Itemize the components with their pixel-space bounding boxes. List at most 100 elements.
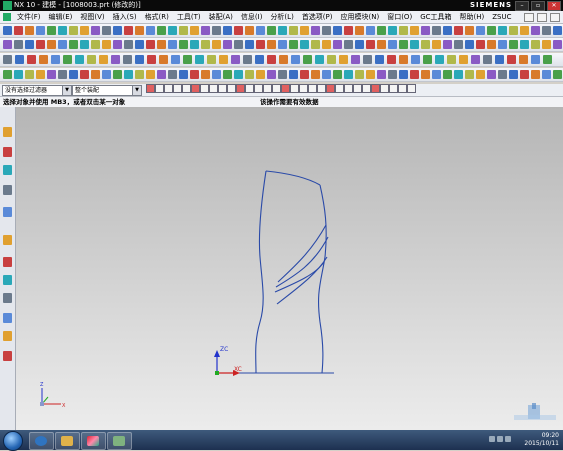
toolbar-tool-icon[interactable] bbox=[410, 40, 419, 49]
snap-point-icon[interactable] bbox=[272, 84, 281, 93]
toolbar-tool-icon[interactable] bbox=[388, 40, 397, 49]
toolbar-tool-icon[interactable] bbox=[135, 55, 144, 64]
toolbar-tool-icon[interactable] bbox=[75, 55, 84, 64]
toolbar-tool-icon[interactable] bbox=[289, 40, 298, 49]
toolbar-tool-icon[interactable] bbox=[432, 26, 441, 35]
menu-gc-toolbox[interactable]: GC工具箱 bbox=[416, 11, 455, 23]
toolbar-tool-icon[interactable] bbox=[113, 26, 122, 35]
toolbar-tool-icon[interactable] bbox=[363, 55, 372, 64]
toolbar-tool-icon[interactable] bbox=[531, 55, 540, 64]
toolbar-tool-icon[interactable] bbox=[509, 40, 518, 49]
toolbar-tool-icon[interactable] bbox=[80, 40, 89, 49]
toolbar-tool-icon[interactable] bbox=[520, 70, 529, 79]
snap-point-icon[interactable] bbox=[353, 84, 362, 93]
toolbar-tool-icon[interactable] bbox=[113, 70, 122, 79]
resource-navigator-icon[interactable] bbox=[3, 235, 12, 245]
toolbar-tool-icon[interactable] bbox=[423, 55, 432, 64]
toolbar-tool-icon[interactable] bbox=[256, 70, 265, 79]
snap-point-icon[interactable] bbox=[290, 84, 299, 93]
toolbar-tool-icon[interactable] bbox=[519, 55, 528, 64]
toolbar-tool-icon[interactable] bbox=[3, 40, 12, 49]
snap-point-icon[interactable] bbox=[200, 84, 209, 93]
toolbar-tool-icon[interactable] bbox=[322, 40, 331, 49]
toolbar-tool-icon[interactable] bbox=[15, 55, 24, 64]
toolbar-tool-icon[interactable] bbox=[520, 26, 529, 35]
toolbar-tool-icon[interactable] bbox=[255, 55, 264, 64]
snap-point-icon[interactable] bbox=[344, 84, 353, 93]
snap-point-icon[interactable] bbox=[371, 84, 380, 93]
toolbar-tool-icon[interactable] bbox=[300, 40, 309, 49]
toolbar-tool-icon[interactable] bbox=[459, 55, 468, 64]
toolbar-tool-icon[interactable] bbox=[366, 26, 375, 35]
toolbar-tool-icon[interactable] bbox=[542, 70, 551, 79]
toolbar-tool-icon[interactable] bbox=[124, 40, 133, 49]
toolbar-tool-icon[interactable] bbox=[212, 40, 221, 49]
toolbar-tool-icon[interactable] bbox=[190, 40, 199, 49]
snap-point-icon[interactable] bbox=[317, 84, 326, 93]
toolbar-tool-icon[interactable] bbox=[465, 70, 474, 79]
toolbar-tool-icon[interactable] bbox=[278, 70, 287, 79]
menu-preferences[interactable]: 首选项(P) bbox=[298, 11, 337, 23]
snap-point-icon[interactable] bbox=[155, 84, 164, 93]
toolbar-tool-icon[interactable] bbox=[179, 26, 188, 35]
resource-navigator-icon[interactable] bbox=[3, 147, 12, 157]
toolbar-tool-icon[interactable] bbox=[201, 70, 210, 79]
doc-minimize-button[interactable] bbox=[524, 13, 534, 22]
toolbar-tool-icon[interactable] bbox=[102, 40, 111, 49]
toolbar-tool-icon[interactable] bbox=[487, 26, 496, 35]
toolbar-tool-icon[interactable] bbox=[443, 26, 452, 35]
toolbar-tool-icon[interactable] bbox=[159, 55, 168, 64]
toolbar-tool-icon[interactable] bbox=[531, 70, 540, 79]
snap-point-icon[interactable] bbox=[263, 84, 272, 93]
toolbar-tool-icon[interactable] bbox=[311, 26, 320, 35]
toolbar-tool-icon[interactable] bbox=[399, 40, 408, 49]
menu-tools[interactable]: 工具(T) bbox=[173, 11, 205, 23]
toolbar-tool-icon[interactable] bbox=[421, 70, 430, 79]
toolbar-tool-icon[interactable] bbox=[245, 70, 254, 79]
toolbar-tool-icon[interactable] bbox=[212, 70, 221, 79]
toolbar-tool-icon[interactable] bbox=[498, 26, 507, 35]
toolbar-tool-icon[interactable] bbox=[531, 40, 540, 49]
toolbar-tool-icon[interactable] bbox=[183, 55, 192, 64]
toolbar-tool-icon[interactable] bbox=[421, 40, 430, 49]
toolbar-tool-icon[interactable] bbox=[498, 40, 507, 49]
snap-point-icon[interactable] bbox=[308, 84, 317, 93]
resource-navigator-icon[interactable] bbox=[3, 275, 12, 285]
toolbar-tool-icon[interactable] bbox=[36, 70, 45, 79]
toolbar-tool-icon[interactable] bbox=[168, 26, 177, 35]
toolbar-tool-icon[interactable] bbox=[454, 40, 463, 49]
taskbar-app-4[interactable] bbox=[107, 432, 132, 450]
toolbar-tool-icon[interactable] bbox=[399, 55, 408, 64]
toolbar-tool-icon[interactable] bbox=[124, 26, 133, 35]
toolbar-tool-icon[interactable] bbox=[87, 55, 96, 64]
menu-format[interactable]: 格式(R) bbox=[141, 11, 173, 23]
toolbar-tool-icon[interactable] bbox=[179, 40, 188, 49]
resource-navigator-icon[interactable] bbox=[3, 293, 12, 303]
toolbar-tool-icon[interactable] bbox=[487, 70, 496, 79]
doc-restore-button[interactable] bbox=[537, 13, 547, 22]
menu-view[interactable]: 视图(V) bbox=[76, 11, 108, 23]
toolbar-tool-icon[interactable] bbox=[91, 40, 100, 49]
menu-information[interactable]: 信息(I) bbox=[237, 11, 267, 23]
toolbar-tool-icon[interactable] bbox=[542, 40, 551, 49]
toolbar-tool-icon[interactable] bbox=[432, 40, 441, 49]
menu-analysis[interactable]: 分析(L) bbox=[266, 11, 297, 23]
toolbar-tool-icon[interactable] bbox=[333, 70, 342, 79]
toolbar-tool-icon[interactable] bbox=[223, 70, 232, 79]
snap-point-icon[interactable] bbox=[281, 84, 290, 93]
resource-navigator-icon[interactable] bbox=[3, 331, 12, 341]
menu-edit[interactable]: 编辑(E) bbox=[45, 11, 77, 23]
toolbar-tool-icon[interactable] bbox=[245, 40, 254, 49]
toolbar-tool-icon[interactable] bbox=[157, 26, 166, 35]
toolbar-tool-icon[interactable] bbox=[454, 26, 463, 35]
type-filter-dropdown[interactable]: 没有选择过滤器 ▼ bbox=[2, 85, 72, 96]
snap-point-icon[interactable] bbox=[254, 84, 263, 93]
toolbar-tool-icon[interactable] bbox=[91, 26, 100, 35]
taskbar-app-2[interactable] bbox=[55, 432, 80, 450]
taskbar-app-3[interactable] bbox=[81, 432, 106, 450]
toolbar-tool-icon[interactable] bbox=[69, 26, 78, 35]
snap-point-icon[interactable] bbox=[164, 84, 173, 93]
toolbar-tool-icon[interactable] bbox=[58, 70, 67, 79]
toolbar-tool-icon[interactable] bbox=[410, 26, 419, 35]
menu-file[interactable]: 文件(F) bbox=[13, 11, 45, 23]
